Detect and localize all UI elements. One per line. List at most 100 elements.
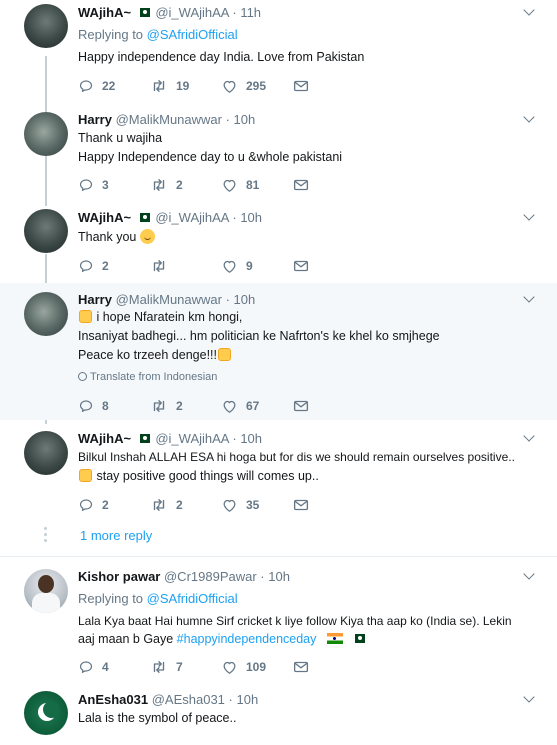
retweet-button[interactable]: 7 — [150, 657, 183, 677]
tweet-header: Harry @MalikMunawwar · 10h — [78, 112, 255, 128]
reply-button[interactable]: 22 — [78, 76, 115, 96]
timestamp[interactable]: · 10h — [226, 112, 256, 127]
like-button[interactable]: 9 — [221, 256, 253, 276]
timestamp[interactable]: · 10h — [229, 692, 259, 707]
pakistan-flag-icon — [136, 8, 150, 17]
timestamp[interactable]: · 11h — [232, 5, 261, 20]
pakistan-flag-icon — [136, 434, 150, 443]
reply-button[interactable]: 8 — [78, 396, 109, 416]
display-name[interactable]: AnEsha031 — [78, 692, 148, 707]
thread-dots — [44, 527, 47, 545]
retweet-button[interactable]: 19 — [150, 76, 189, 96]
reply-button[interactable]: 2 — [78, 256, 109, 276]
tweet[interactable]: Kishor pawar @Cr1989Pawar · 10h Replying… — [0, 557, 557, 685]
hashtag-link[interactable]: #happyindependenceday — [177, 632, 317, 646]
tweet-text-line: aaj maan b Gaye #happyindependenceday — [78, 630, 367, 649]
more-reply-link[interactable]: 1 more reply — [80, 528, 152, 543]
like-button[interactable]: 295 — [221, 76, 266, 96]
mention-link[interactable]: @SAfridiOfficial — [147, 27, 238, 42]
display-name[interactable]: Harry — [78, 112, 112, 127]
handle[interactable]: @i_WAjihAA — [155, 5, 228, 20]
display-name[interactable]: Harry — [78, 292, 112, 307]
message-button[interactable] — [292, 76, 318, 96]
message-button[interactable] — [292, 495, 318, 515]
like-icon — [221, 78, 238, 95]
retweet-button[interactable] — [150, 256, 176, 276]
handle[interactable]: @Cr1989Pawar — [164, 569, 257, 584]
avatar[interactable] — [24, 4, 68, 48]
reply-button[interactable]: 4 — [78, 657, 109, 677]
tweet-header: Harry @MalikMunawwar · 10h — [78, 292, 255, 308]
timestamp[interactable]: · 10h — [232, 431, 262, 446]
avatar[interactable] — [24, 112, 68, 156]
like-icon — [221, 398, 238, 415]
message-button[interactable] — [292, 175, 318, 195]
display-name[interactable]: WAjihA~ — [78, 5, 131, 20]
reply-button[interactable]: 2 — [78, 495, 109, 515]
avatar[interactable] — [24, 431, 68, 475]
like-button[interactable]: 67 — [221, 396, 259, 416]
caret-down-icon[interactable] — [523, 209, 535, 221]
message-icon — [292, 176, 310, 194]
tweet-text-line: stay positive good things will comes up.… — [78, 467, 319, 486]
tweet-text-line: Insaniyat badhegi... hm politician ke Na… — [78, 329, 440, 343]
tweet[interactable]: AnEsha031 @AEsha031 · 10h Lala is the sy… — [0, 685, 557, 745]
avatar[interactable] — [24, 569, 68, 613]
like-button[interactable]: 81 — [221, 175, 259, 195]
tweet[interactable]: WAjihA~ @i_WAjihAA · 10h Bilkul Inshah A… — [0, 420, 557, 520]
mention-link[interactable]: @SAfridiOfficial — [147, 591, 238, 606]
message-button[interactable] — [292, 657, 318, 677]
display-name[interactable]: WAjihA~ — [78, 210, 131, 225]
caret-down-icon[interactable] — [523, 691, 535, 703]
handle[interactable]: @MalikMunawwar — [116, 292, 222, 307]
retweet-icon — [150, 658, 168, 676]
avatar[interactable] — [24, 691, 68, 735]
timestamp[interactable]: · 10h — [260, 569, 290, 584]
caret-down-icon[interactable] — [523, 111, 535, 123]
tweet-highlighted[interactable]: Harry @MalikMunawwar · 10h i hope Nfarat… — [0, 283, 557, 420]
message-icon — [292, 658, 310, 676]
handle[interactable]: @i_WAjihAA — [155, 210, 228, 225]
india-flag-icon — [326, 633, 343, 644]
message-button[interactable] — [292, 256, 318, 276]
retweet-button[interactable]: 2 — [150, 495, 183, 515]
tweet-text-line: i hope Nfaratein km hongi, — [78, 308, 242, 327]
like-button[interactable]: 109 — [221, 657, 266, 677]
retweet-icon — [150, 176, 168, 194]
display-name[interactable]: WAjihA~ — [78, 431, 131, 446]
tweet-text-line: Bilkul Inshah ALLAH ESA hi hoga but for … — [78, 450, 515, 464]
message-icon — [292, 496, 310, 514]
caret-down-icon[interactable] — [523, 4, 535, 16]
reply-button[interactable]: 3 — [78, 175, 109, 195]
tweet-header: WAjihA~ @i_WAjihAA · 10h — [78, 210, 262, 226]
tweet-text: Thank you — [78, 228, 155, 247]
tweet-text-line: Peace ko trzeeh denge!!! — [78, 346, 232, 365]
avatar[interactable] — [24, 209, 68, 253]
tweet-text-line: Thank u wajiha — [78, 131, 163, 145]
reply-icon — [78, 78, 94, 94]
tweet[interactable]: WAjihA~ @i_WAjihAA · 10h Thank you 2 9 — [0, 203, 557, 283]
retweet-button[interactable]: 2 — [150, 175, 183, 195]
timestamp[interactable]: · 10h — [226, 292, 256, 307]
caret-down-icon[interactable] — [523, 291, 535, 303]
handle[interactable]: @AEsha031 — [152, 692, 225, 707]
retweet-button[interactable]: 2 — [150, 396, 183, 416]
reply-icon — [78, 659, 94, 675]
tweet[interactable]: Harry @MalikMunawwar · 10h Thank u wajih… — [0, 103, 557, 203]
reply-icon — [78, 177, 94, 193]
caret-down-icon[interactable] — [523, 430, 535, 442]
handle[interactable]: @MalikMunawwar — [116, 112, 222, 127]
avatar[interactable] — [24, 292, 68, 336]
display-name[interactable]: Kishor pawar — [78, 569, 160, 584]
translate-link[interactable]: Translate from Indonesian — [78, 371, 217, 383]
handle[interactable]: @i_WAjihAA — [155, 431, 228, 446]
tweet-text-line: Lala Kya baat Hai humne Sirf cricket k l… — [78, 614, 512, 628]
retweet-icon — [150, 496, 168, 514]
caret-down-icon[interactable] — [523, 568, 535, 580]
timestamp[interactable]: · 10h — [232, 210, 262, 225]
message-button[interactable] — [292, 396, 318, 416]
tweet-text: Lala is the symbol of peace.. — [78, 711, 237, 725]
replying-to: Replying to @SAfridiOfficial — [78, 27, 238, 42]
tweet[interactable]: WAjihA~ @i_WAjihAA · 11h Replying to @SA… — [0, 0, 557, 103]
like-button[interactable]: 35 — [221, 495, 259, 515]
